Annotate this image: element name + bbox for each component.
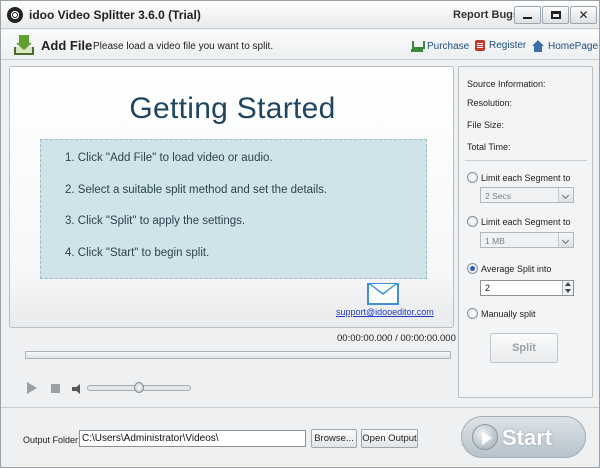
bottom-divider: [1, 407, 599, 408]
play-icon[interactable]: [27, 382, 37, 394]
radio-limit-time[interactable]: [467, 172, 478, 183]
divider: [465, 160, 587, 161]
email-icon[interactable]: [367, 283, 399, 305]
register-link[interactable]: Register: [475, 40, 526, 51]
step-2: 2. Select a suitable split method and se…: [65, 183, 328, 196]
chevron-down-icon: [558, 188, 573, 202]
step-3: 3. Click "Split" to apply the settings.: [65, 215, 246, 227]
limit-size-value: 1 MB: [485, 236, 505, 246]
stop-icon[interactable]: [51, 384, 60, 393]
average-split-count: 2: [485, 283, 491, 293]
window-title: idoo Video Splitter 3.6.0 (Trial): [29, 8, 201, 22]
download-tray-icon: [13, 35, 35, 55]
limit-time-option[interactable]: Limit each Segment to: [467, 172, 571, 183]
start-label: Start: [502, 425, 553, 450]
title-bar[interactable]: idoo Video Splitter 3.6.0 (Trial) Report…: [1, 1, 599, 29]
time-readout: 00:00:00.000 / 00:00:00.000: [337, 333, 456, 344]
load-hint-text: Please load a video file you want to spl…: [93, 41, 274, 52]
manual-split-label: Manually split: [481, 308, 536, 319]
cart-icon: [411, 40, 425, 52]
support-email-link[interactable]: support@idooeditor.com: [336, 307, 434, 317]
average-split-option[interactable]: Average Split into: [467, 263, 551, 274]
maximize-icon: [550, 11, 561, 19]
split-button[interactable]: Split: [490, 333, 558, 363]
minimize-button[interactable]: [514, 6, 541, 24]
close-icon: ✕: [578, 8, 589, 22]
limit-size-option[interactable]: Limit each Segment to: [467, 216, 571, 227]
add-file-button[interactable]: Add File: [13, 34, 92, 56]
file-size-label: File Size:: [467, 120, 505, 130]
arrow-up-icon[interactable]: [565, 282, 571, 286]
step-1: 1. Click "Add File" to load video or aud…: [65, 152, 273, 164]
resolution-label: Resolution:: [467, 98, 513, 108]
homepage-link[interactable]: HomePage: [532, 40, 598, 52]
homepage-label: HomePage: [548, 40, 599, 52]
average-split-label: Average Split into: [481, 263, 552, 274]
open-output-button[interactable]: Open Output: [361, 429, 418, 448]
register-icon: [475, 40, 485, 51]
volume-slider-thumb[interactable]: [134, 382, 144, 393]
purchase-link[interactable]: Purchase: [411, 40, 469, 52]
steps-box: 1. Click "Add File" to load video or aud…: [40, 139, 427, 279]
app-window: idoo Video Splitter 3.6.0 (Trial) Report…: [0, 0, 600, 468]
limit-time-value: 2 Secs: [485, 191, 511, 201]
average-split-count-field[interactable]: 2: [480, 280, 574, 296]
timeline-slider[interactable]: [25, 351, 451, 359]
spinner-buttons[interactable]: [562, 281, 573, 295]
add-file-label: Add File: [41, 37, 93, 53]
radio-manual-split[interactable]: [467, 308, 478, 319]
total-time-label: Total Time:: [467, 142, 511, 152]
play-circle-icon: [472, 424, 498, 450]
limit-time-label: Limit each Segment to: [481, 172, 571, 183]
limit-size-select[interactable]: 1 MB: [480, 232, 574, 248]
getting-started-heading: Getting Started: [129, 92, 336, 125]
output-folder-label: Output Folder:: [23, 435, 81, 445]
step-4: 4. Click "Start" to begin split.: [65, 246, 210, 259]
manual-split-option[interactable]: Manually split: [467, 308, 536, 319]
purchase-label: Purchase: [427, 40, 470, 52]
volume-icon[interactable]: [72, 384, 84, 394]
minimize-icon: [523, 17, 532, 19]
close-button[interactable]: ✕: [570, 6, 597, 24]
register-label: Register: [489, 40, 527, 51]
maximize-button[interactable]: [542, 6, 569, 24]
split-settings-panel: Source Information: Resolution: File Siz…: [458, 66, 593, 398]
browse-button[interactable]: Browse...: [311, 429, 357, 448]
toolbar: Add File Please load a video file you wa…: [1, 30, 599, 60]
arrow-down-icon[interactable]: [565, 289, 571, 293]
limit-time-select[interactable]: 2 Secs: [480, 187, 574, 203]
report-bugs-link[interactable]: Report Bugs: [453, 9, 519, 21]
video-preview-panel: Getting Started 1. Click "Add File" to l…: [9, 66, 454, 328]
home-icon: [532, 40, 544, 52]
film-reel-icon: [7, 7, 23, 23]
start-button[interactable]: Start: [461, 416, 586, 458]
radio-limit-size[interactable]: [467, 216, 478, 227]
output-folder-input[interactable]: C:\Users\Administrator\Videos\: [79, 430, 306, 447]
radio-average-split[interactable]: [467, 263, 478, 274]
limit-size-label: Limit each Segment to: [481, 216, 571, 227]
chevron-down-icon: [558, 233, 573, 247]
source-information-label: Source Information:: [467, 79, 546, 89]
